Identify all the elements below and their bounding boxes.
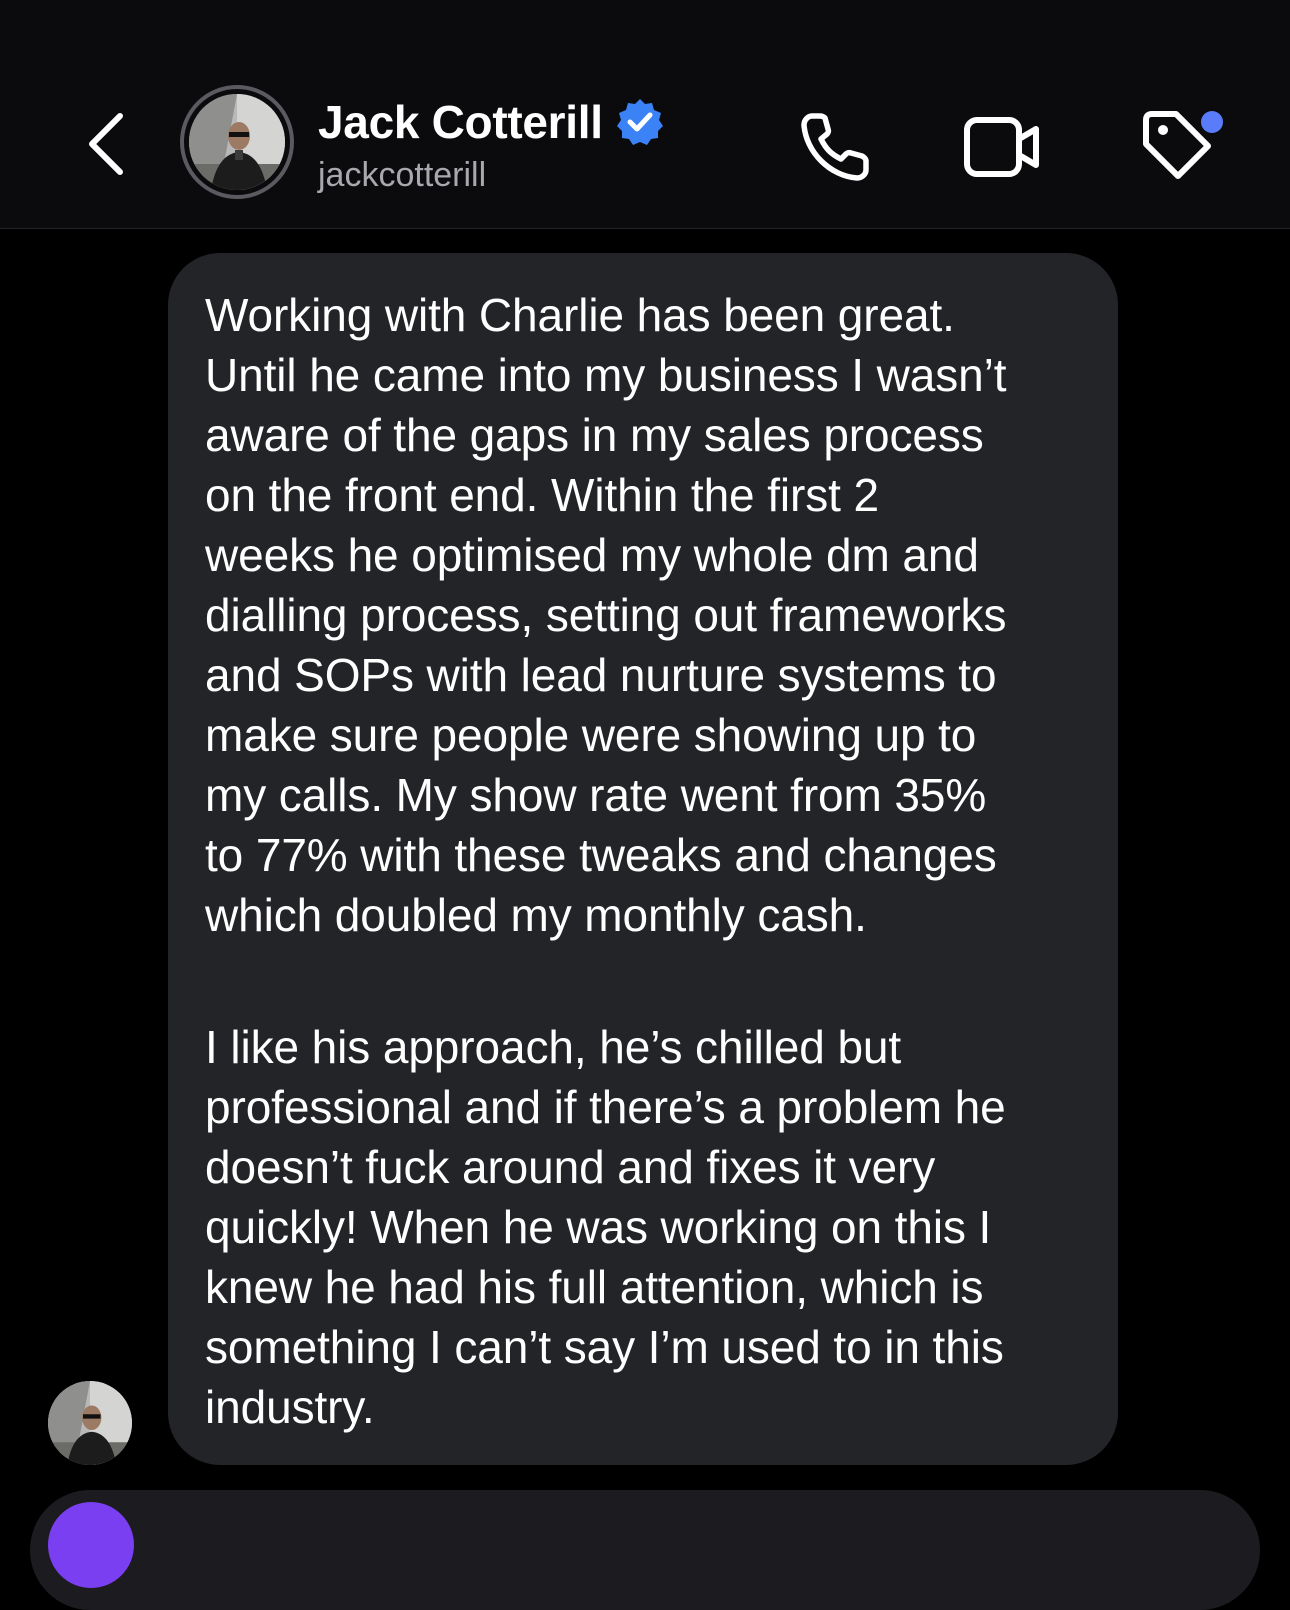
verified-badge-icon — [616, 99, 663, 145]
video-call-button[interactable] — [962, 112, 1044, 182]
back-button[interactable] — [78, 104, 138, 184]
contact-username: jackcotterill — [318, 156, 487, 194]
tag-button[interactable] — [1138, 106, 1228, 186]
chevron-left-icon — [89, 113, 123, 175]
notification-dot — [1201, 111, 1223, 133]
message-paragraph: Working with Charlie has been great. Unt… — [205, 289, 1007, 941]
sender-avatar[interactable] — [48, 1381, 132, 1465]
tag-icon — [1143, 111, 1223, 179]
chat-header: Jack Cotterill jackcotterill — [0, 0, 1290, 229]
video-camera-icon — [964, 117, 1039, 177]
contact-info[interactable]: Jack Cotterill jackcotterill — [318, 92, 665, 195]
phone-icon — [801, 113, 869, 181]
camera-button[interactable] — [48, 1502, 134, 1588]
message-paragraph: I like his approach, he’s chilled but pr… — [205, 1021, 1006, 1433]
message-composer[interactable] — [30, 1490, 1260, 1610]
contact-name: Jack Cotterill — [318, 96, 603, 148]
message-bubble[interactable]: Working with Charlie has been great. Unt… — [168, 253, 1118, 1465]
contact-avatar[interactable] — [180, 85, 294, 199]
avatar — [189, 94, 285, 190]
call-button[interactable] — [798, 108, 874, 184]
